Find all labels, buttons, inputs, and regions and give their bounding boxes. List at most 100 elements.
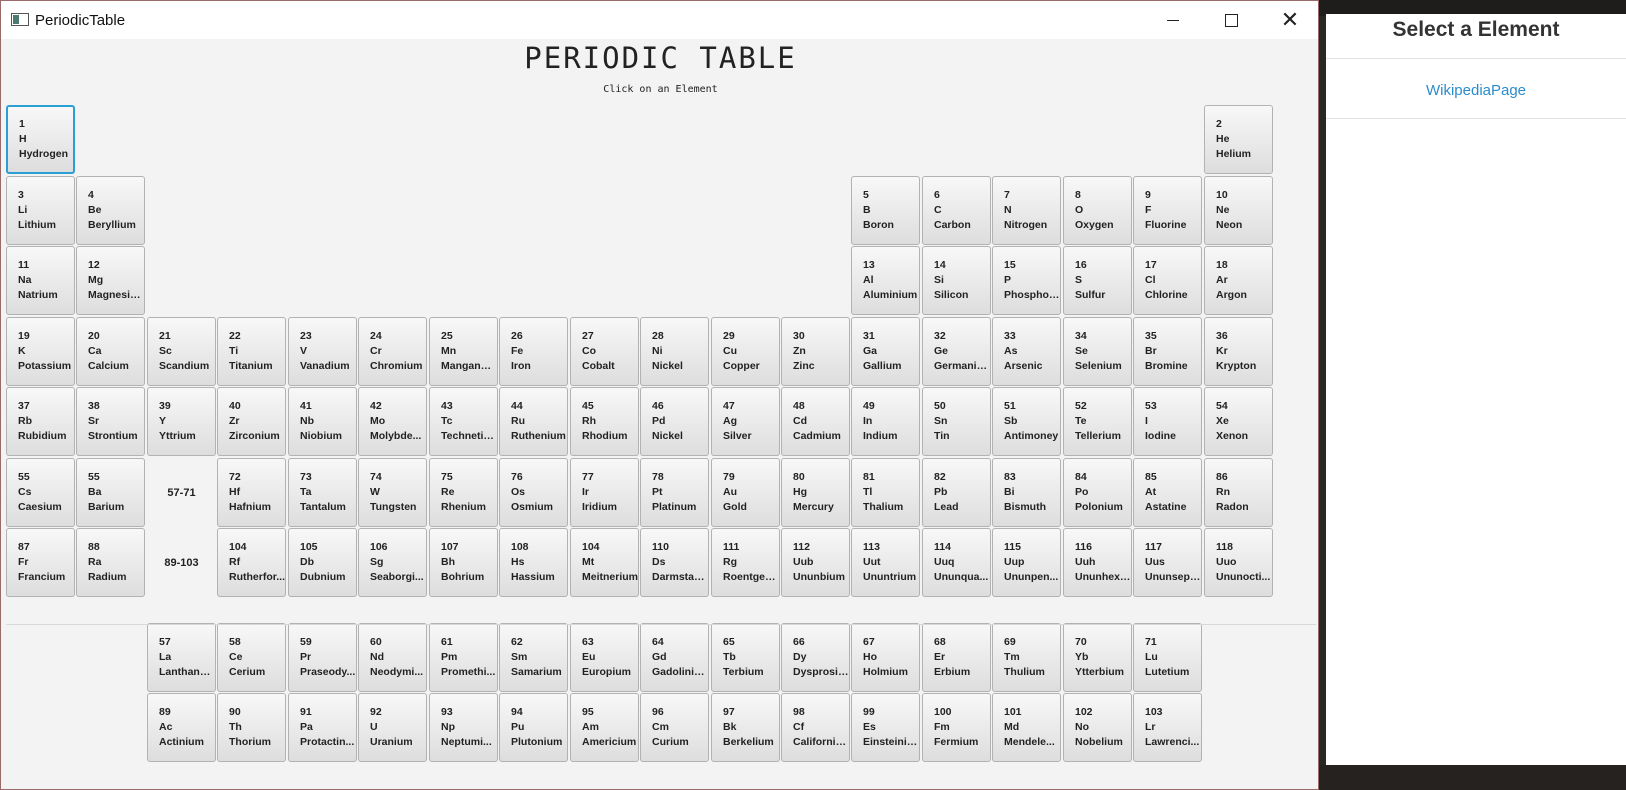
element-button[interactable]: 27 Co Cobalt bbox=[570, 317, 639, 386]
element-button[interactable]: 82 Pb Lead bbox=[922, 458, 991, 527]
element-button[interactable]: 6 C Carbon bbox=[922, 176, 991, 245]
element-button[interactable]: 41 Nb Niobium bbox=[288, 387, 357, 456]
element-button[interactable]: 73 Ta Tantalum bbox=[288, 458, 357, 527]
element-button[interactable]: 49 In Indium bbox=[851, 387, 920, 456]
element-button[interactable]: 94 Pu Plutonium bbox=[499, 693, 568, 762]
element-button[interactable]: 83 Bi Bismuth bbox=[992, 458, 1061, 527]
element-button[interactable]: 70 Yb Ytterbium bbox=[1063, 623, 1132, 692]
element-button[interactable]: 115 Uup Ununpen... bbox=[992, 528, 1061, 597]
element-button[interactable]: 96 Cm Curium bbox=[640, 693, 709, 762]
element-button[interactable]: 100 Fm Fermium bbox=[922, 693, 991, 762]
element-button[interactable]: 112 Uub Ununbium bbox=[781, 528, 850, 597]
element-button[interactable]: 46 Pd Nickel bbox=[640, 387, 709, 456]
element-button[interactable]: 65 Tb Terbium bbox=[711, 623, 780, 692]
element-button[interactable]: 59 Pr Praseody... bbox=[288, 623, 357, 692]
element-button[interactable]: 33 As Arsenic bbox=[992, 317, 1061, 386]
element-button[interactable]: 84 Po Polonium bbox=[1063, 458, 1132, 527]
element-button[interactable]: 42 Mo Molybde... bbox=[358, 387, 427, 456]
element-button[interactable]: 18 Ar Argon bbox=[1204, 246, 1273, 315]
element-button[interactable]: 85 At Astatine bbox=[1133, 458, 1202, 527]
element-button[interactable]: 17 Cl Chlorine bbox=[1133, 246, 1202, 315]
element-button[interactable]: 19 K Potassium bbox=[6, 317, 75, 386]
element-button[interactable]: 105 Db Dubnium bbox=[288, 528, 357, 597]
element-button[interactable]: 87 Fr Francium bbox=[6, 528, 75, 597]
element-button[interactable]: 13 Al Aluminium bbox=[851, 246, 920, 315]
element-button[interactable]: 114 Uuq Ununqua... bbox=[922, 528, 991, 597]
element-button[interactable]: 72 Hf Hafnium bbox=[217, 458, 286, 527]
element-button[interactable]: 54 Xe Xenon bbox=[1204, 387, 1273, 456]
element-button[interactable]: 45 Rh Rhodium bbox=[570, 387, 639, 456]
element-button[interactable]: 104 Rf Rutherfor... bbox=[217, 528, 286, 597]
maximize-button[interactable] bbox=[1202, 1, 1260, 39]
element-button[interactable]: 79 Au Gold bbox=[711, 458, 780, 527]
element-button[interactable]: 113 Uut Ununtrium bbox=[851, 528, 920, 597]
element-button[interactable]: 80 Hg Mercury bbox=[781, 458, 850, 527]
element-button[interactable]: 12 Mg Magnesium bbox=[76, 246, 145, 315]
element-button[interactable]: 89 Ac Actinium bbox=[147, 693, 216, 762]
element-button[interactable]: 15 P Phosphorus bbox=[992, 246, 1061, 315]
element-button[interactable]: 58 Ce Cerium bbox=[217, 623, 286, 692]
element-button[interactable]: 3 Li Lithium bbox=[6, 176, 75, 245]
element-button[interactable]: 62 Sm Samarium bbox=[499, 623, 568, 692]
element-button[interactable]: 68 Er Erbium bbox=[922, 623, 991, 692]
element-button[interactable]: 63 Eu Europium bbox=[570, 623, 639, 692]
element-button[interactable]: 4 Be Beryllium bbox=[76, 176, 145, 245]
element-button[interactable]: 47 Ag Silver bbox=[711, 387, 780, 456]
wikipedia-link[interactable]: WikipediaPage bbox=[1326, 82, 1626, 99]
element-button[interactable]: 78 Pt Platinum bbox=[640, 458, 709, 527]
element-button[interactable]: 107 Bh Bohrium bbox=[429, 528, 498, 597]
element-button[interactable]: 31 Ga Gallium bbox=[851, 317, 920, 386]
title-bar[interactable]: PeriodicTable ✕ bbox=[1, 1, 1318, 39]
element-button[interactable]: 44 Ru Ruthenium bbox=[499, 387, 568, 456]
element-button[interactable]: 74 W Tungsten bbox=[358, 458, 427, 527]
element-button[interactable]: 60 Nd Neodymi... bbox=[358, 623, 427, 692]
element-button[interactable]: 90 Th Thorium bbox=[217, 693, 286, 762]
element-button[interactable]: 116 Uuh Ununhexi... bbox=[1063, 528, 1132, 597]
element-button[interactable]: 10 Ne Neon bbox=[1204, 176, 1273, 245]
element-button[interactable]: 43 Tc Technetium bbox=[429, 387, 498, 456]
close-button[interactable]: ✕ bbox=[1261, 1, 1318, 39]
element-button[interactable]: 57 La Lanthanum bbox=[147, 623, 216, 692]
element-button[interactable]: 71 Lu Lutetium bbox=[1133, 623, 1202, 692]
element-button[interactable]: 26 Fe Iron bbox=[499, 317, 568, 386]
element-button[interactable]: 106 Sg Seaborgi... bbox=[358, 528, 427, 597]
element-button[interactable]: 88 Ra Radium bbox=[76, 528, 145, 597]
element-button[interactable]: 117 Uus Ununsept... bbox=[1133, 528, 1202, 597]
element-button[interactable]: 38 Sr Strontium bbox=[76, 387, 145, 456]
element-button[interactable]: 104 Mt Meitnerium bbox=[570, 528, 639, 597]
element-button[interactable]: 108 Hs Hassium bbox=[499, 528, 568, 597]
element-button[interactable]: 40 Zr Zirconium bbox=[217, 387, 286, 456]
element-button[interactable]: 30 Zn Zinc bbox=[781, 317, 850, 386]
element-button[interactable]: 8 O Oxygen bbox=[1063, 176, 1132, 245]
element-button[interactable]: 76 Os Osmium bbox=[499, 458, 568, 527]
element-button[interactable]: 50 Sn Tin bbox=[922, 387, 991, 456]
element-button[interactable]: 7 N Nitrogen bbox=[992, 176, 1061, 245]
element-button[interactable]: 21 Sc Scandium bbox=[147, 317, 216, 386]
element-button[interactable]: 5 B Boron bbox=[851, 176, 920, 245]
element-button[interactable]: 39 Y Yttrium bbox=[147, 387, 216, 456]
element-button[interactable]: 1 H Hydrogen bbox=[6, 105, 75, 174]
element-button[interactable]: 34 Se Selenium bbox=[1063, 317, 1132, 386]
element-button[interactable]: 20 Ca Calcium bbox=[76, 317, 145, 386]
element-button[interactable]: 99 Es Einsteinium bbox=[851, 693, 920, 762]
element-button[interactable]: 36 Kr Krypton bbox=[1204, 317, 1273, 386]
element-button[interactable]: 98 Cf Californium bbox=[781, 693, 850, 762]
element-button[interactable]: 93 Np Neptumi... bbox=[429, 693, 498, 762]
element-button[interactable]: 95 Am Americium bbox=[570, 693, 639, 762]
minimize-button[interactable] bbox=[1144, 1, 1202, 39]
element-button[interactable]: 111 Rg Roentgen... bbox=[711, 528, 780, 597]
element-button[interactable]: 48 Cd Cadmium bbox=[781, 387, 850, 456]
element-button[interactable]: 103 Lr Lawrenci... bbox=[1133, 693, 1202, 762]
element-button[interactable]: 61 Pm Promethi... bbox=[429, 623, 498, 692]
element-button[interactable]: 9 F Fluorine bbox=[1133, 176, 1202, 245]
element-button[interactable]: 55 Ba Barium bbox=[76, 458, 145, 527]
element-button[interactable]: 55 Cs Caesium bbox=[6, 458, 75, 527]
element-button[interactable]: 35 Br Bromine bbox=[1133, 317, 1202, 386]
element-button[interactable]: 37 Rb Rubidium bbox=[6, 387, 75, 456]
element-button[interactable]: 92 U Uranium bbox=[358, 693, 427, 762]
element-button[interactable]: 53 I Iodine bbox=[1133, 387, 1202, 456]
element-button[interactable]: 102 No Nobelium bbox=[1063, 693, 1132, 762]
element-button[interactable]: 86 Rn Radon bbox=[1204, 458, 1273, 527]
element-button[interactable]: 118 Uuo Ununocti... bbox=[1204, 528, 1273, 597]
element-button[interactable]: 2 He Helium bbox=[1204, 105, 1273, 174]
